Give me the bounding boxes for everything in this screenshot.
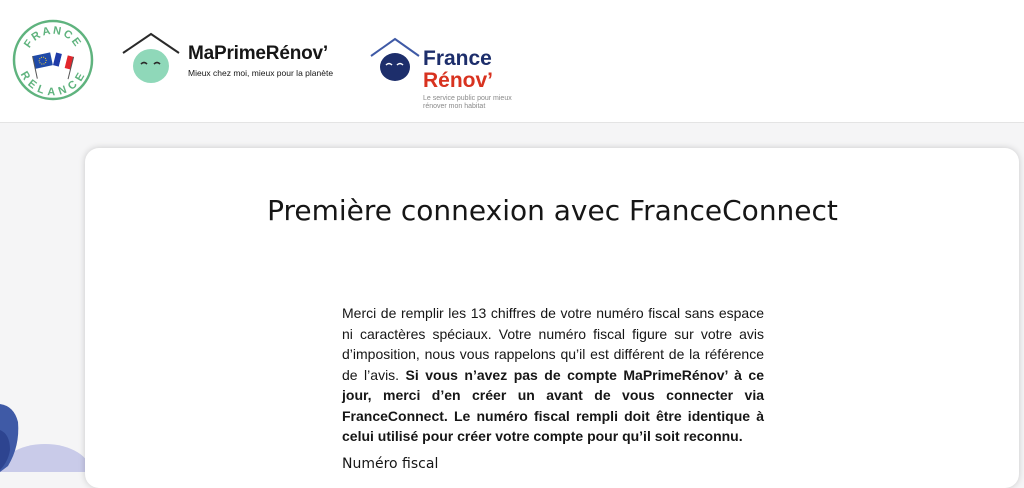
france-renov-logo[interactable]: France Rénov’ Le service public pour mie… [368,36,528,116]
france-relance-logo[interactable]: FRANCE RELANCE [12,19,94,101]
maprimerenov-name: MaPrimeRénov’ [188,43,328,64]
site-header: FRANCE RELANCE MaPrimeRénov’ Mieux chez … [0,0,1024,123]
france-renov-tagline: Le service public pour mieux rénover mon… [423,95,512,110]
fiscal-number-label: Numéro fiscal [342,456,439,472]
page-title: Première connexion avec FranceConnect [267,194,838,227]
maprimerenov-tagline: Mieux chez moi, mieux pour la planète [188,68,334,78]
france-renov-line2: Rénov’ [423,69,494,92]
france-relance-seal-icon: FRANCE RELANCE [12,19,94,101]
decorative-blob-shapes [0,404,90,472]
maprimerenov-logo[interactable]: MaPrimeRénov’ Mieux chez moi, mieux pour… [120,31,350,87]
intro-bold-text: Si vous n’avez pas de compte MaPrimeRéno… [342,366,764,445]
intro-paragraph: Merci de remplir les 13 chiffres de votr… [342,303,764,447]
house-blob-navy-icon [370,37,420,81]
house-blob-icon [122,32,180,83]
france-renov-line1: France [423,47,492,70]
